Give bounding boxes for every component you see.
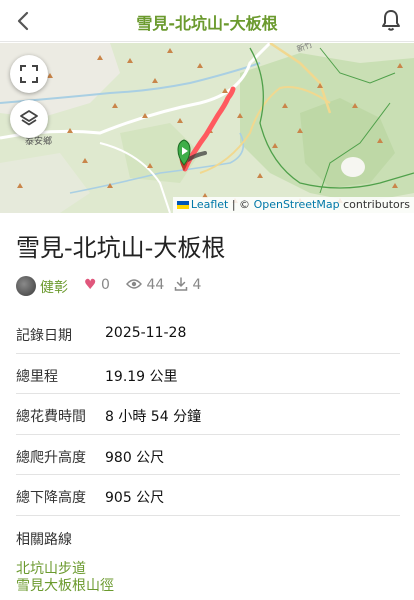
attribution-suffix: contributors bbox=[343, 198, 410, 211]
page-title: 雪見-北坑山-大板根 bbox=[136, 14, 278, 33]
notification-button[interactable] bbox=[378, 8, 404, 34]
top-bar: 雪見-北坑山-大板根 bbox=[0, 0, 414, 42]
detail-label: 總爬升高度 bbox=[16, 449, 86, 466]
leaflet-link[interactable]: Leaflet bbox=[191, 198, 228, 211]
chevron-left-icon bbox=[17, 11, 29, 31]
related-routes-list: 北坑山步道 雪見大板根山徑 bbox=[16, 561, 400, 595]
related-route-link[interactable]: 雪見大板根山徑 bbox=[16, 578, 400, 595]
fullscreen-button[interactable] bbox=[10, 55, 48, 93]
detail-row-descent: 總下降高度 905 公尺 bbox=[16, 475, 400, 516]
detail-value: 905 公尺 bbox=[105, 490, 165, 506]
route-meta: 健彰 ♥ 0 44 4 bbox=[16, 275, 396, 297]
map-tiles: 泰安鄉 新竹 bbox=[0, 43, 414, 213]
downloads-stat: 4 bbox=[174, 277, 201, 293]
detail-row-duration: 總花費時間 8 小時 54 分鐘 bbox=[16, 394, 400, 435]
layers-icon bbox=[20, 110, 38, 126]
openstreetmap-link[interactable]: OpenStreetMap bbox=[254, 198, 340, 211]
detail-row-distance: 總里程 19.19 公里 bbox=[16, 354, 400, 394]
map-attribution: Leaflet | © OpenStreetMap contributors bbox=[172, 197, 414, 213]
detail-row-date: 記錄日期 2025-11-28 bbox=[16, 313, 400, 354]
avatar[interactable] bbox=[16, 276, 36, 296]
related-route-link[interactable]: 北坑山步道 bbox=[16, 561, 400, 578]
downloads-count: 4 bbox=[192, 277, 202, 293]
detail-value: 19.19 公里 bbox=[105, 368, 178, 385]
detail-label: 總花費時間 bbox=[16, 409, 86, 425]
eye-icon bbox=[126, 279, 142, 289]
detail-row-ascent: 總爬升高度 980 公尺 bbox=[16, 435, 400, 475]
fullscreen-icon bbox=[20, 65, 38, 83]
attribution-separator: | © bbox=[231, 198, 251, 211]
detail-label: 總里程 bbox=[16, 368, 58, 385]
views-count: 44 bbox=[146, 277, 165, 293]
ukraine-flag-icon bbox=[176, 201, 189, 209]
back-button[interactable] bbox=[10, 7, 36, 35]
detail-value: 2025-11-28 bbox=[105, 325, 187, 341]
related-routes-label: 相關路線 bbox=[16, 532, 72, 548]
detail-value: 8 小時 54 分鐘 bbox=[105, 409, 202, 425]
detail-label: 總下降高度 bbox=[16, 490, 86, 506]
heart-icon: ♥ bbox=[84, 277, 97, 293]
likes-count: 0 bbox=[101, 277, 110, 293]
likes-stat[interactable]: ♥ 0 bbox=[84, 277, 110, 293]
bell-icon bbox=[382, 10, 400, 31]
layers-button[interactable] bbox=[10, 100, 48, 138]
related-routes: 相關路線 北坑山步道 雪見大板根山徑 bbox=[16, 529, 400, 595]
route-details: 記錄日期 2025-11-28 總里程 19.19 公里 總花費時間 8 小時 … bbox=[16, 313, 400, 516]
author-link[interactable]: 健彰 bbox=[40, 277, 68, 297]
route-title: 雪見-北坑山-大板根 bbox=[16, 234, 226, 262]
detail-value: 980 公尺 bbox=[105, 449, 165, 466]
detail-label: 記錄日期 bbox=[16, 328, 72, 344]
views-stat: 44 bbox=[126, 277, 164, 293]
download-icon bbox=[174, 277, 188, 291]
route-map[interactable]: 泰安鄉 新竹 Leaflet | © OpenStreetMap contrib… bbox=[0, 43, 414, 213]
